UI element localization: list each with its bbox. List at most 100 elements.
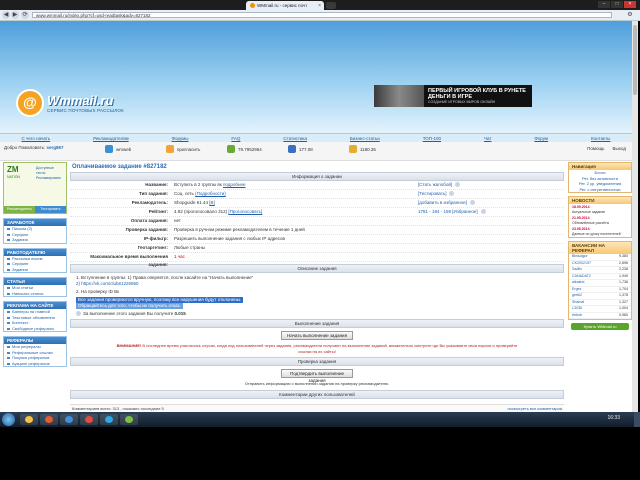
skype-icon[interactable]	[100, 414, 118, 425]
news-item[interactable]: 21.05.2014 Обновлённые расчёты	[569, 215, 631, 226]
new-tab-button[interactable]	[326, 2, 336, 9]
news-item[interactable]: 18.05.2014 Актуальное задание	[569, 204, 631, 215]
back-button[interactable]: ◀	[2, 11, 10, 19]
stat-points[interactable]: 1180.35	[349, 145, 376, 153]
sidebar-item[interactable]: Свободные рефералы	[4, 326, 66, 332]
stat-rating[interactable]: 177.08	[288, 145, 313, 153]
invite-icon	[166, 145, 174, 153]
sidebar-panel-earnings: ЗАРАБОТОК Письма (2) Серфинг Задания	[3, 218, 67, 244]
maximize-button[interactable]: □	[611, 1, 623, 8]
vote-link[interactable]: [Проголосовать]	[228, 209, 262, 214]
scrollbar-thumb[interactable]	[633, 25, 637, 95]
nav-link[interactable]: Рег. с интуитивностью	[569, 187, 631, 193]
help-icon[interactable]	[455, 182, 461, 188]
chrome-icon[interactable]	[80, 414, 98, 425]
sidebar-item[interactable]: Задания	[4, 237, 66, 243]
reload-button[interactable]: ⟳	[21, 11, 29, 19]
ranking-row[interactable]: rbibob 0,960	[569, 313, 631, 319]
greeting: Добро Пожаловать: serg867	[4, 145, 64, 150]
sidebar-item[interactable]: Задания	[4, 267, 66, 273]
stat-balance[interactable]: 79.7952964	[227, 145, 262, 153]
help-link[interactable]: Помощь	[587, 146, 604, 151]
menu-stats[interactable]: Статистика	[283, 136, 307, 141]
stat-wmweb[interactable]: wmweb	[105, 145, 131, 153]
sidebar-panel-articles: СТАТЬИ Мои статьи Написать статью	[3, 277, 67, 297]
site-logo[interactable]: @ Wmmail.ru СЕРВИС ПОЧТОВЫХ РАССЫЛОК	[16, 89, 124, 117]
close-window-button[interactable]: ×	[624, 1, 636, 8]
help-icon[interactable]	[469, 200, 475, 206]
info-row: Проверка задания: Проверка в ручном режи…	[70, 226, 564, 235]
right-sidebar: Навигация Блоги Рег. без активности Рег.…	[568, 162, 632, 412]
logo-title: Wmmail.ru	[47, 93, 114, 108]
info-row: Максимальное время выполнения задания: 1…	[70, 253, 564, 267]
zm-nation-widget[interactable]: ZM NATION Доступные тесты Рекламировать …	[3, 162, 67, 214]
info-row: Тип задания: Соц. сеть (Подробности) [Те…	[70, 190, 564, 199]
buy-button[interactable]: Купить WMmail.ru	[571, 323, 629, 330]
menu-start[interactable]: С чего начать	[21, 136, 50, 141]
media-icon[interactable]	[40, 414, 58, 425]
show-desktop-button[interactable]	[634, 412, 640, 427]
menu-top100[interactable]: ТОП-100	[423, 136, 441, 141]
comments-status: Комментариев всего: 313 , показано после…	[70, 404, 564, 412]
taskbar: 16:33	[0, 412, 640, 427]
help-icon[interactable]	[449, 191, 455, 197]
start-task-button[interactable]: Начать выполнение задания	[281, 331, 353, 340]
rating-icon	[288, 145, 296, 153]
favorite-link[interactable]: [добавить в избранное]	[418, 200, 467, 205]
site-header: @ Wmmail.ru СЕРВИС ПОЧТОВЫХ РАССЫЛОК ПЕР…	[0, 21, 632, 133]
page-viewport: @ Wmmail.ru СЕРВИС ПОЧТОВЫХ РАССЫЛОК ПЕР…	[0, 21, 632, 412]
wrench-icon[interactable]: ⚙	[626, 11, 634, 19]
sidebar-panel-ads: РЕКЛАМА НА САЙТЕ Баннеры на главной Текс…	[3, 301, 67, 332]
vk-link[interactable]: 2) https://vk.com/club61226950	[76, 281, 558, 287]
zm-link[interactable]: Рекламировать	[36, 176, 64, 181]
tab-close-icon[interactable]: ×	[318, 3, 321, 9]
menu-chat[interactable]: Чат	[484, 136, 491, 141]
complaint-link[interactable]: [Стать жалобой]	[418, 182, 452, 187]
minimize-button[interactable]: –	[598, 1, 610, 8]
panel-title: РАБОТОДАТЕЛЮ	[4, 248, 66, 256]
menu-forum[interactable]: Форум	[534, 136, 548, 141]
panel-title: РЕФЕРАЛЫ	[4, 337, 66, 344]
app-icon[interactable]	[120, 414, 138, 425]
ranking-title: ВАКАНСИИ НА РЕФЕРАЛ	[569, 242, 631, 254]
start-button[interactable]	[2, 413, 15, 426]
menu-faq[interactable]: FAQ	[231, 136, 240, 141]
info-icon	[76, 311, 81, 317]
menu-articles[interactable]: Бизнес-статьи	[350, 136, 380, 141]
details-link[interactable]: подробнее	[223, 182, 246, 187]
selected-text: Обращайтесь для того, чтобы не получить …	[76, 303, 183, 309]
panel-title: РЕКЛАМА НА САЙТЕ	[4, 302, 66, 309]
sidebar-item[interactable]: Аукцион рефералов	[4, 361, 66, 367]
explorer-icon[interactable]	[20, 414, 38, 425]
page-title: Оплачиваемое задание #827182	[72, 164, 167, 170]
browser-tabstrip: WMmail.ru - сервис почт × – □ ×	[0, 0, 640, 10]
test-link[interactable]: [Тестировать]	[418, 191, 446, 196]
forward-button[interactable]: ▶	[11, 11, 19, 19]
logout-link[interactable]: Выход	[613, 146, 626, 151]
sidebar-item[interactable]: Написать статью	[4, 291, 66, 297]
confirm-task-button[interactable]: Подтвердить выполнение задания	[281, 369, 353, 383]
type-details-link[interactable]: (Подробности)	[195, 191, 226, 196]
clock[interactable]: 16:33	[607, 415, 620, 421]
stat-invite[interactable]: пригласить	[166, 145, 200, 153]
wmweb-icon	[105, 145, 113, 153]
votes-link[interactable]: 1781 - 194 - 159 [Избранное]	[418, 209, 478, 214]
news-item[interactable]: 23.05.2014 Данные по уроку посетителей	[569, 226, 631, 237]
all-comments-link[interactable]: посмотреть все комментарии	[507, 406, 562, 411]
menu-contacts[interactable]: Контакты	[591, 136, 610, 141]
zm-tab-recommender[interactable]: Рекомендатель	[4, 206, 35, 213]
page-scrollbar[interactable]	[632, 21, 638, 412]
menu-forums[interactable]: Форумы	[172, 136, 189, 141]
player-icon[interactable]	[60, 414, 78, 425]
tab-wmmail[interactable]: WMmail.ru - сервис почт ×	[246, 1, 324, 10]
menu-advertisers[interactable]: Рекламодателям	[93, 136, 129, 141]
ad-banner[interactable]: ПЕРВЫЙ ИГРОВОЙ КЛУБ В РУНЕТЕ ДЕНЬГИ В ИГ…	[374, 85, 532, 107]
section-exec-header: Выполнение задания	[70, 319, 564, 328]
zm-tab-test[interactable]: Тестировать	[35, 206, 66, 213]
info-row: IP-фильтр: Разрешить выполнение задания …	[70, 235, 564, 244]
username-link[interactable]: serg867	[46, 145, 63, 150]
advertiser-link[interactable]: [В]	[209, 200, 215, 205]
help-icon[interactable]	[480, 209, 486, 215]
info-row: Геотаргетинг: Любые страны	[70, 244, 564, 253]
url-input[interactable]: www.wmmail.ru/index.php?cf=usd-readtask&…	[32, 12, 612, 18]
